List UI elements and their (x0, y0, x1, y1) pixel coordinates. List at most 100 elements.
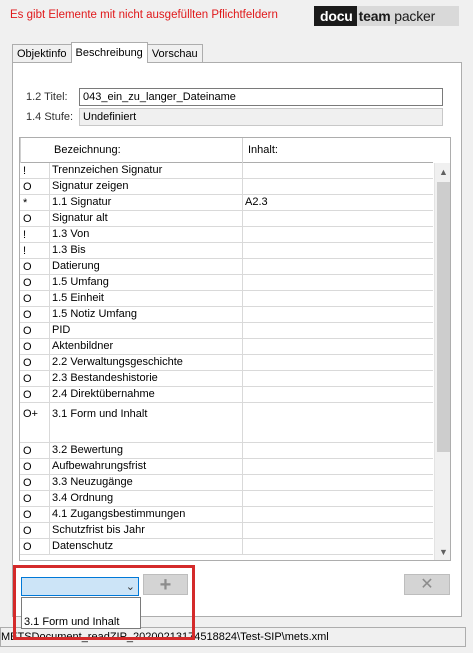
row-label[interactable]: 1.5 Umfang (49, 275, 242, 290)
x-icon: ✕ (420, 575, 434, 593)
row-flag: O (23, 277, 32, 289)
row-label[interactable]: Aufbewahrungsfrist (49, 459, 242, 474)
row-value[interactable] (242, 259, 433, 274)
row-value[interactable] (242, 243, 433, 258)
column-header-inhalt[interactable]: Inhalt: (248, 144, 278, 156)
row-value[interactable] (242, 179, 433, 194)
row-value[interactable] (242, 291, 433, 306)
row-label[interactable]: 1.3 Bis (49, 243, 242, 258)
row-label[interactable]: Signatur zeigen (49, 179, 242, 194)
scroll-down-icon[interactable]: ▼ (435, 543, 450, 560)
row-label[interactable]: 3.2 Bewertung (49, 443, 242, 458)
table-row[interactable]: O Datenschutz (20, 539, 433, 555)
table-row[interactable]: O 2.4 Direktübernahme (20, 387, 433, 403)
header-divider (20, 138, 21, 163)
row-flag: * (23, 197, 28, 209)
tab-bar: Objektinfo Beschreibung Vorschau (12, 42, 203, 63)
table-row[interactable]: O Signatur zeigen (20, 179, 433, 195)
scrollbar-thumb[interactable] (437, 182, 450, 452)
table-row[interactable]: O 3.4 Ordnung (20, 491, 433, 507)
row-flag: O (23, 509, 32, 521)
level-field: Undefiniert (79, 108, 443, 126)
table-row[interactable]: O 1.5 Einheit (20, 291, 433, 307)
row-label[interactable]: 1.5 Notiz Umfang (49, 307, 242, 322)
tab-vorschau[interactable]: Vorschau (146, 44, 203, 63)
row-flag: O (23, 525, 32, 537)
table-row[interactable]: O Datierung (20, 259, 433, 275)
remove-element-button[interactable]: ✕ (404, 574, 450, 595)
row-value[interactable] (242, 211, 433, 226)
tab-objektinfo[interactable]: Objektinfo (12, 44, 72, 63)
combobox-dropdown-list: 3.1 Form und Inhalt (21, 597, 141, 629)
row-label[interactable]: 2.4 Direktübernahme (49, 387, 242, 402)
header-divider (242, 138, 243, 163)
row-value[interactable] (242, 387, 433, 402)
table-row[interactable]: O+ 3.1 Form und Inhalt (20, 403, 433, 443)
row-value[interactable] (242, 307, 433, 322)
row-value[interactable] (242, 323, 433, 338)
row-label[interactable]: Datenschutz (49, 539, 242, 554)
tab-beschreibung[interactable]: Beschreibung (70, 42, 148, 63)
table-row[interactable]: ! Trennzeichen Signatur (20, 163, 433, 179)
row-label[interactable]: 3.4 Ordnung (49, 491, 242, 506)
table-row[interactable]: O Aktenbildner (20, 339, 433, 355)
row-label[interactable]: 1.5 Einheit (49, 291, 242, 306)
scroll-up-icon[interactable]: ▲ (435, 163, 450, 180)
vertical-scrollbar[interactable]: ▲ ▼ (434, 163, 450, 560)
row-flag: O (23, 493, 32, 505)
row-value[interactable] (242, 371, 433, 386)
row-label[interactable]: Schutzfrist bis Jahr (49, 523, 242, 538)
row-label[interactable]: 3.3 Neuzugänge (49, 475, 242, 490)
row-value[interactable] (242, 459, 433, 474)
table-row[interactable]: O 2.2 Verwaltungsgeschichte (20, 355, 433, 371)
table-row[interactable]: O 4.1 Zugangsbestimmungen (20, 507, 433, 523)
row-value[interactable]: A2.3 (242, 195, 433, 210)
row-label[interactable]: 3.1 Form und Inhalt (49, 403, 242, 442)
row-label[interactable]: 2.2 Verwaltungsgeschichte (49, 355, 242, 370)
table-row[interactable]: ! 1.3 Von (20, 227, 433, 243)
validation-warning: Es gibt Elemente mit nicht ausgefüllten … (10, 9, 278, 21)
column-header-bezeichnung[interactable]: Bezeichnung: (54, 144, 121, 156)
table-row[interactable]: ! 1.3 Bis (20, 243, 433, 259)
table-row[interactable]: O 3.2 Bewertung (20, 443, 433, 459)
row-value[interactable] (242, 163, 433, 178)
row-value[interactable] (242, 339, 433, 354)
row-value[interactable] (242, 491, 433, 506)
table-row[interactable]: O 1.5 Umfang (20, 275, 433, 291)
dropdown-option[interactable]: 3.1 Form und Inhalt (24, 616, 119, 628)
row-value[interactable] (242, 355, 433, 370)
row-label[interactable]: 1.1 Signatur (49, 195, 242, 210)
row-label[interactable]: 1.3 Von (49, 227, 242, 242)
title-field[interactable]: 043_ein_zu_langer_Dateiname (79, 88, 443, 106)
row-flag: O (23, 325, 32, 337)
row-label[interactable]: Trennzeichen Signatur (49, 163, 242, 178)
element-type-combobox[interactable]: ⌄ (21, 577, 139, 596)
row-value[interactable] (242, 275, 433, 290)
row-value[interactable] (242, 507, 433, 522)
row-flag: O (23, 309, 32, 321)
row-value[interactable] (242, 523, 433, 538)
table-row[interactable]: O 3.3 Neuzugänge (20, 475, 433, 491)
row-value[interactable] (242, 475, 433, 490)
row-value[interactable] (242, 539, 433, 554)
row-label[interactable]: Signatur alt (49, 211, 242, 226)
row-label[interactable]: 4.1 Zugangsbestimmungen (49, 507, 242, 522)
row-label[interactable]: Datierung (49, 259, 242, 274)
table-row[interactable]: O PID (20, 323, 433, 339)
table-row[interactable]: * 1.1 Signatur A2.3 (20, 195, 433, 211)
add-element-button[interactable]: + (143, 574, 188, 595)
row-value[interactable] (242, 443, 433, 458)
table-row[interactable]: O Aufbewahrungsfrist (20, 459, 433, 475)
table-row[interactable]: O 2.3 Bestandeshistorie (20, 371, 433, 387)
row-value[interactable] (242, 227, 433, 242)
row-value[interactable] (242, 403, 433, 442)
metadata-table: Bezeichnung: Inhalt: ! Trennzeichen Signa… (19, 137, 451, 561)
table-row[interactable]: O Signatur alt (20, 211, 433, 227)
table-row[interactable]: O Schutzfrist bis Jahr (20, 523, 433, 539)
chevron-down-icon[interactable]: ⌄ (126, 580, 135, 593)
table-row[interactable]: O 1.5 Notiz Umfang (20, 307, 433, 323)
row-label[interactable]: 2.3 Bestandeshistorie (49, 371, 242, 386)
logo-packer: packer (394, 8, 436, 24)
row-label[interactable]: PID (49, 323, 242, 338)
row-label[interactable]: Aktenbildner (49, 339, 242, 354)
